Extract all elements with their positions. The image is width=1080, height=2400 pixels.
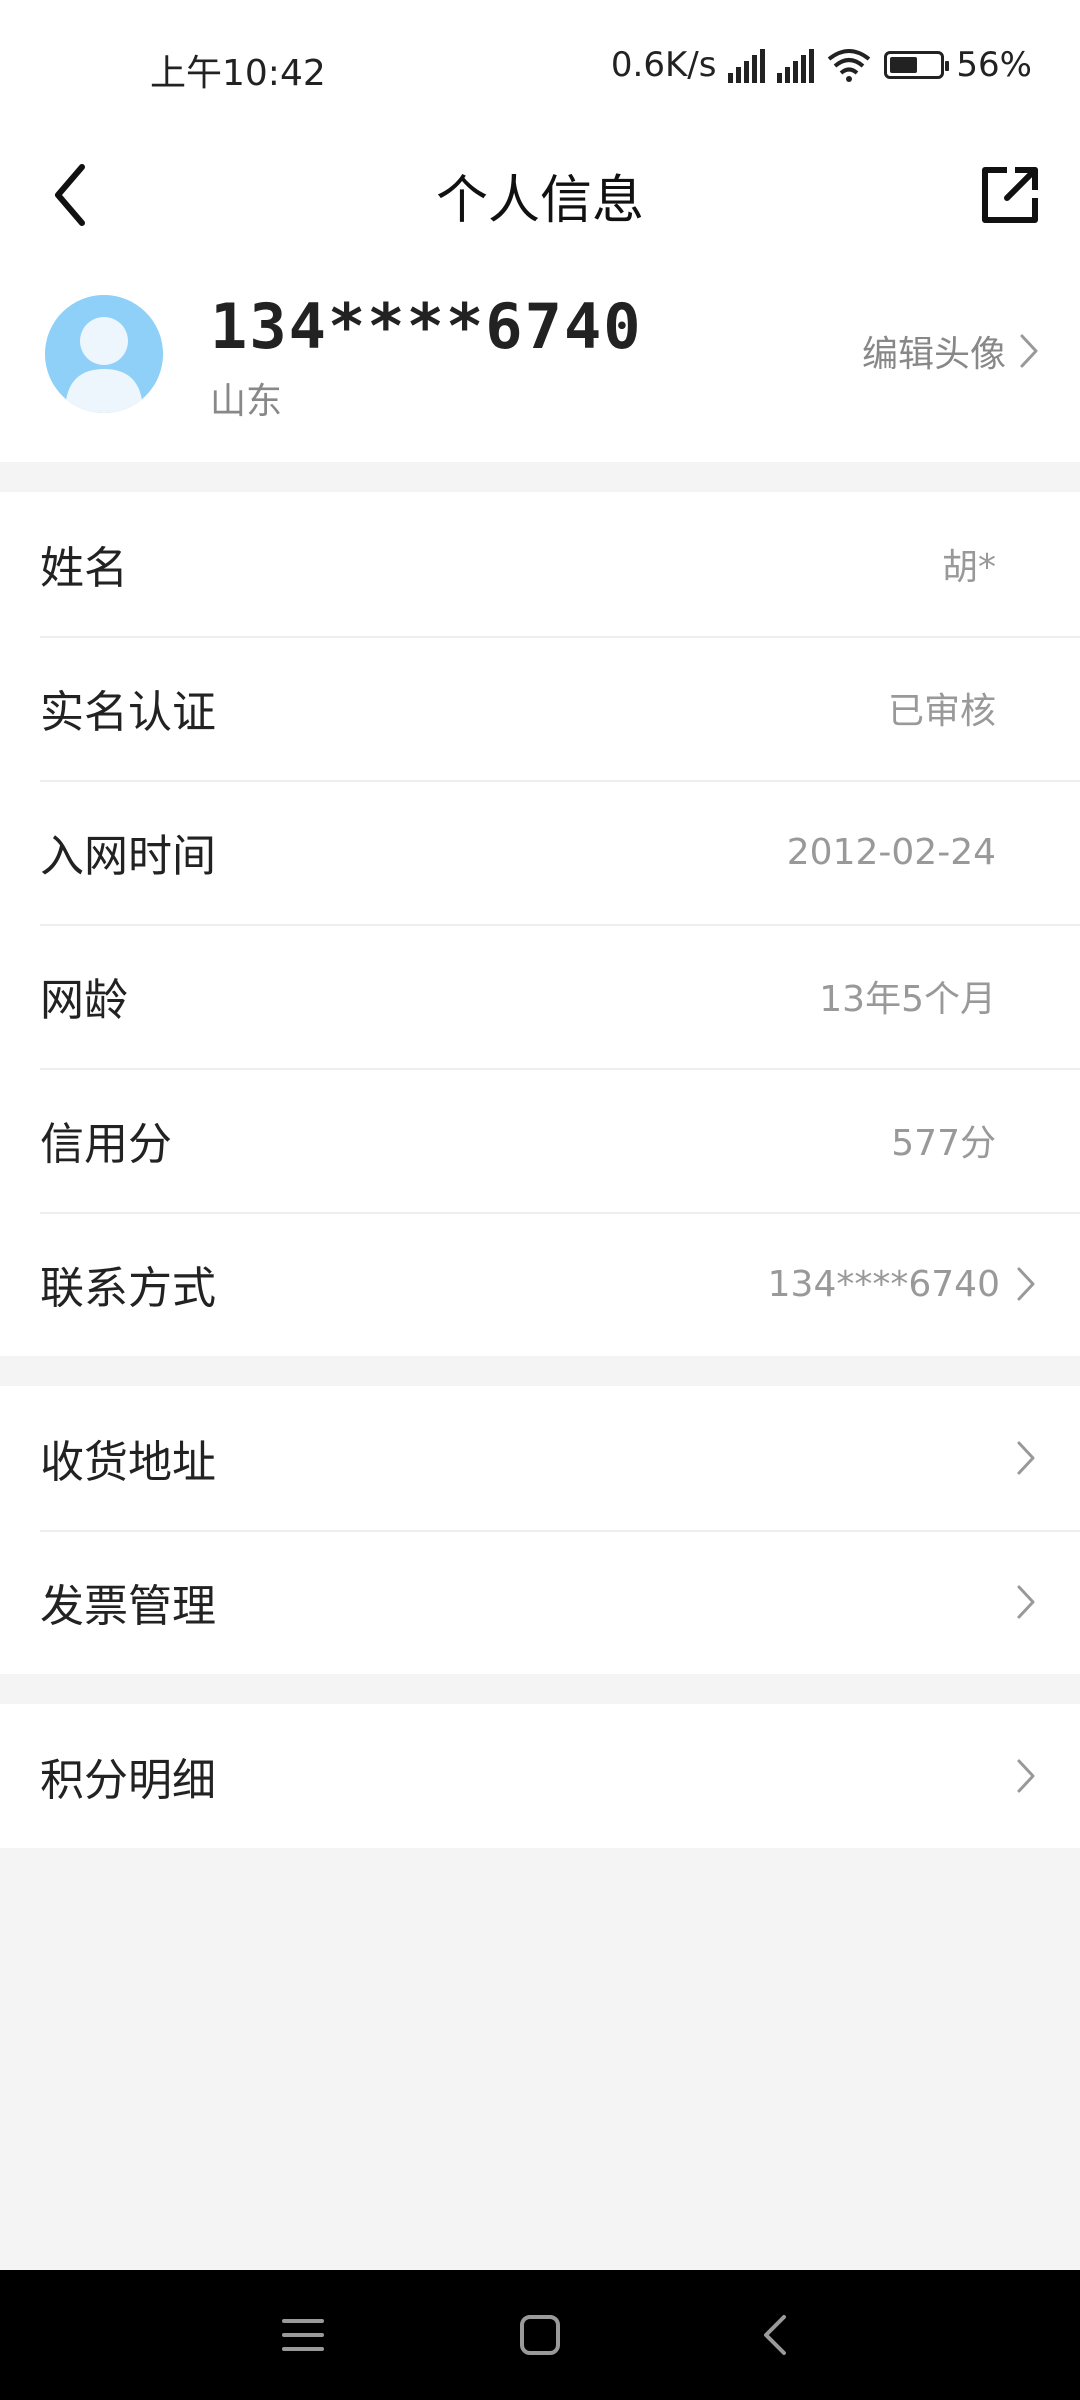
row-value: 胡* [941,547,996,588]
row-label: 信用分 [40,1119,172,1170]
edit-avatar-button[interactable]: 编辑头像 [862,325,1040,377]
row-label: 实名认证 [40,687,216,738]
chevron-right-icon [1012,1756,1040,1796]
header: 个人信息 [0,140,1080,250]
row-label: 网龄 [40,975,128,1026]
profile-card: 134****6740 山东 编辑头像 [0,250,1080,462]
battery-fill [890,57,918,73]
points-section: 积分明细 [0,1704,1080,1848]
hd-signal-icon [777,47,815,83]
status-right: 0.6K/s 56% [611,40,1032,90]
info-row-name: 姓名 胡* [0,492,1080,636]
row-value: 2012-02-24 [786,831,996,873]
row-label: 积分明细 [40,1755,216,1806]
nav-home-button[interactable] [480,2270,600,2400]
row-label: 联系方式 [40,1263,216,1314]
row-label: 姓名 [40,543,128,594]
row-value: 577分 [891,1123,996,1164]
row-value: 已审核 [887,691,996,732]
system-nav-bar [0,2270,1080,2400]
profile-phone: 134****6740 [210,290,643,363]
nav-menu-button[interactable] [243,2270,363,2400]
wifi-6-icon [828,49,871,82]
info-row-verification: 实名认证 已审核 [0,636,1080,780]
row-value: 134****6740 [767,1263,1000,1305]
back-button[interactable] [30,140,110,250]
share-button[interactable] [970,140,1050,250]
battery-percent: 56% [956,45,1032,85]
page-title: 个人信息 [435,170,644,231]
edit-avatar-label: 编辑头像 [861,334,1006,375]
row-shipping-address[interactable]: 收货地址 [0,1386,1080,1530]
share-external-icon [982,167,1038,223]
status-bar: 上午10:42 0.6K/s 56% [0,0,1080,140]
network-speed: 0.6K/s [610,45,717,85]
row-label: 收货地址 [40,1437,216,1488]
address-section: 收货地址 发票管理 [0,1386,1080,1674]
chevron-left-icon [55,164,85,226]
row-value: 13年5个月 [819,979,996,1020]
nav-back-button[interactable] [715,2270,835,2400]
profile-province: 山东 [210,381,283,422]
info-row-network-age: 网龄 13年5个月 [0,924,1080,1068]
info-row-contact[interactable]: 联系方式 134****6740 [0,1212,1080,1356]
avatar[interactable] [45,295,163,413]
info-section: 姓名 胡* 实名认证 已审核 入网时间 2012-02-24 网龄 13年5个月… [0,492,1080,1356]
menu-icon [282,2319,324,2351]
home-icon [520,2315,560,2355]
chevron-right-icon [1020,334,1038,368]
info-row-join-date: 入网时间 2012-02-24 [0,780,1080,924]
row-points-detail[interactable]: 积分明细 [0,1704,1080,1848]
chevron-right-icon [1012,1264,1040,1304]
status-time: 上午10:42 [150,53,326,94]
info-row-credit-score: 信用分 577分 [0,1068,1080,1212]
default-avatar-icon [45,295,163,413]
row-label: 发票管理 [40,1581,216,1632]
back-icon [764,2315,786,2355]
chevron-right-icon [1012,1438,1040,1478]
chevron-right-icon [1012,1582,1040,1622]
row-invoice-management[interactable]: 发票管理 [0,1530,1080,1674]
hd-signal-icon [728,47,766,83]
row-label: 入网时间 [40,831,216,882]
battery-icon [884,51,950,79]
